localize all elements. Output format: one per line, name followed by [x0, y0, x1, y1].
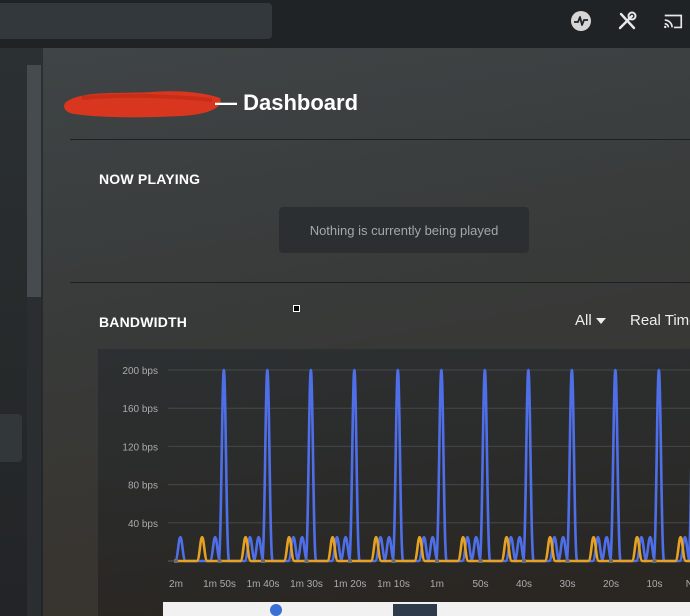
bandwidth-heading: BANDWIDTH	[99, 314, 188, 330]
x-tick-mark	[348, 559, 352, 563]
now-playing-heading: NOW PLAYING	[99, 171, 201, 187]
bandwidth-filter-dropdown[interactable]: All	[575, 312, 606, 329]
series-line-remote	[173, 368, 690, 563]
x-tick-label: 1m 20s	[334, 579, 367, 590]
redaction-mark	[64, 91, 221, 118]
y-tick-label: 160 bps	[122, 404, 158, 415]
x-tick-label: 50s	[472, 579, 488, 590]
bandwidth-range-dropdown[interactable]: Real Time	[630, 312, 690, 329]
y-tick-label: 80 bps	[128, 481, 158, 492]
x-tick-label: 1m 50s	[203, 579, 236, 590]
x-tick-mark	[565, 559, 570, 563]
x-tick-label: 40s	[516, 579, 532, 590]
x-tick-label: 30s	[559, 579, 575, 590]
taskbar-app-icon[interactable]	[270, 604, 282, 616]
chevron-down-icon	[595, 317, 606, 324]
x-tick-mark	[304, 559, 309, 563]
bandwidth-chart: 200 bps 160 bps 120 bps 80 bps 40 bps 2m 1m 50…	[122, 366, 690, 590]
page-title: — Dashboard	[215, 90, 359, 115]
range-label: Real Time	[630, 312, 690, 329]
settings-tools-icon[interactable]	[616, 10, 638, 32]
x-tick-mark	[174, 559, 178, 563]
x-tick-label: 1m	[430, 579, 444, 590]
top-header-bar	[0, 0, 690, 48]
x-tick-label: 1m 10s	[377, 579, 410, 590]
x-tick-label: 2m	[169, 579, 183, 590]
taskbar-app-icon[interactable]	[393, 604, 437, 616]
now-playing-empty-state: Nothing is currently being played	[279, 207, 529, 253]
x-tick-label: 10s	[646, 579, 662, 590]
empty-state-message: Nothing is currently being played	[309, 222, 499, 238]
cast-icon[interactable]	[662, 10, 684, 32]
mouse-cursor-marker	[293, 305, 300, 312]
x-tick-mark	[522, 559, 526, 563]
sidebar-scrollbar-thumb[interactable]	[27, 65, 41, 297]
x-tick-label: 1m 30s	[290, 579, 323, 590]
activity-icon[interactable]	[570, 10, 592, 32]
y-tick-label: 200 bps	[122, 366, 158, 377]
search-box[interactable]	[0, 3, 272, 39]
filter-label: All	[575, 312, 592, 329]
x-tick-mark	[435, 559, 439, 563]
x-tick-label: 1m 40s	[247, 579, 280, 590]
x-tick-mark	[652, 559, 657, 563]
y-tick-label: 40 bps	[128, 519, 158, 530]
sidebar-item[interactable]	[0, 414, 22, 462]
x-tick-mark	[261, 559, 265, 563]
x-tick-mark	[217, 559, 222, 563]
x-tick-mark	[391, 559, 396, 563]
x-tick-mark	[609, 559, 613, 563]
section-divider	[70, 139, 690, 140]
x-tick-mark	[478, 559, 483, 563]
y-tick-label: 120 bps	[122, 442, 158, 453]
x-tick-label: 20s	[603, 579, 619, 590]
x-tick-label: NOW	[686, 579, 690, 590]
section-divider	[70, 282, 690, 283]
